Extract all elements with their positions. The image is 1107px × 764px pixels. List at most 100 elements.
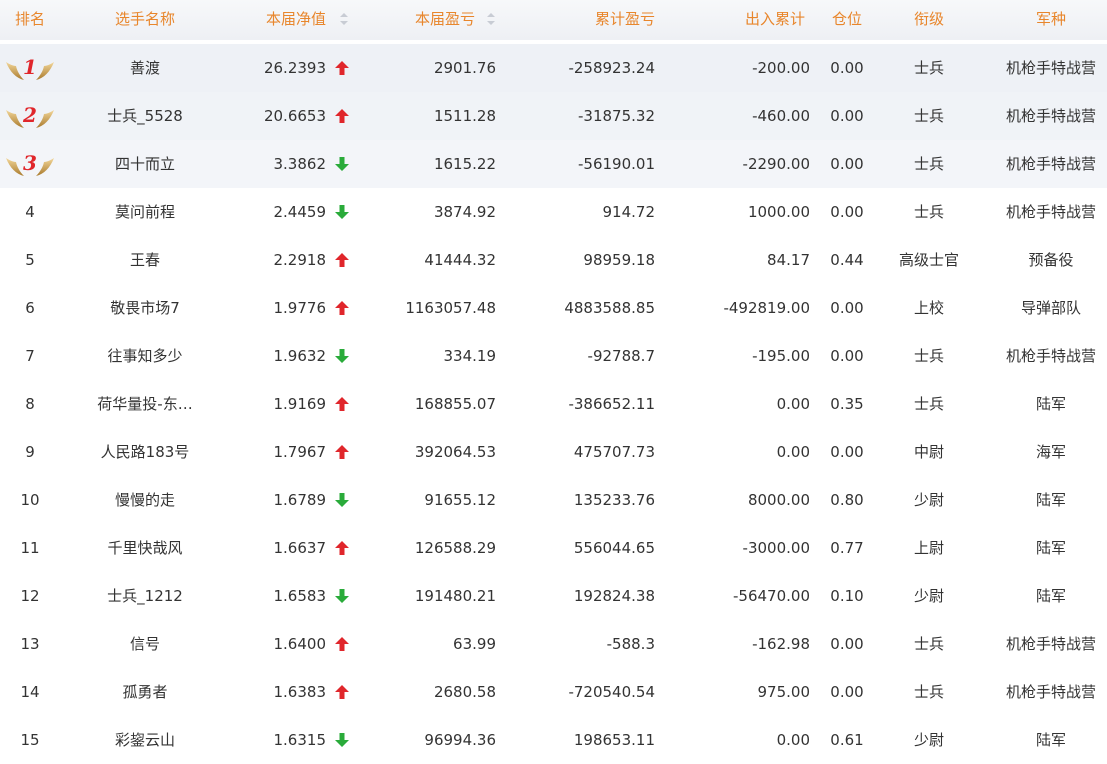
profit-value: 1163057.48 [405, 299, 496, 317]
position-value: 0.80 [830, 491, 864, 509]
player-name[interactable]: 四十而立 [65, 140, 225, 188]
profit-value: 191480.21 [414, 587, 496, 605]
nav-value: 1.6789 [273, 491, 327, 509]
table-row[interactable]: 10 慢慢的走 1.6789 91655.12 135233.76 8000.00 0.80… [0, 476, 1107, 524]
flow-value: -56470.00 [733, 587, 810, 605]
player-name[interactable]: 荷华量投-东… [65, 380, 225, 428]
sort-profit-icon[interactable] [486, 11, 496, 27]
rank-title: 中尉 [913, 443, 944, 461]
nav-value: 1.9169 [273, 395, 327, 413]
position-value: 0.44 [830, 251, 864, 269]
sort-nav-icon[interactable] [339, 11, 349, 27]
rank-number: 8 [25, 395, 35, 413]
table-row[interactable]: 4 莫问前程 2.4459 3874.92 914.72 1000.00 0.00 士兵 机枪手… [0, 188, 1107, 236]
position-value: 0.77 [830, 539, 864, 557]
player-name[interactable]: 士兵_5528 [65, 92, 225, 140]
player-name[interactable]: 敬畏市场7 [65, 284, 225, 332]
nav-value: 26.2393 [263, 59, 326, 77]
army-branch: 陆军 [1035, 587, 1066, 605]
position-value: 0.61 [830, 731, 864, 749]
profit-value: 41444.32 [424, 251, 496, 269]
army-branch: 机枪手特战营 [1005, 203, 1096, 221]
table-row[interactable]: 6 敬畏市场7 1.9776 1163057.48 4883588.85 -492819.… [0, 284, 1107, 332]
player-name[interactable]: 信号 [65, 620, 225, 668]
cumulative-value: 192824.38 [573, 587, 655, 605]
rank-title: 少尉 [913, 491, 944, 509]
player-name[interactable]: 莫问前程 [65, 188, 225, 236]
player-name[interactable]: 慢慢的走 [65, 476, 225, 524]
position-value: 0.10 [830, 587, 864, 605]
arrow-down-icon [334, 476, 352, 524]
header-profit-sortable[interactable]: 本届盈亏 [390, 0, 500, 40]
arrow-down-icon [334, 332, 352, 380]
arrow-up-icon [334, 428, 352, 476]
rank-title: 士兵 [913, 683, 944, 701]
rank-title: 士兵 [913, 635, 944, 653]
position-value: 0.00 [830, 299, 864, 317]
header-title: 衔级 [913, 10, 944, 28]
flow-value: -195.00 [752, 347, 810, 365]
nav-value: 1.9632 [273, 347, 327, 365]
table-row[interactable]: 1 善渡 26.2393 2901.76 -258923.24 -200.00 0.00 士兵… [0, 44, 1107, 92]
nav-value: 1.6383 [273, 683, 327, 701]
player-name[interactable]: 彩鋆云山 [65, 716, 225, 764]
table-row[interactable]: 5 王春 2.2918 41444.32 98959.18 84.17 0.44 高级士官 预备… [0, 236, 1107, 284]
player-name[interactable]: 人民路183号 [65, 428, 225, 476]
position-value: 0.00 [830, 59, 864, 77]
table-row[interactable]: 9 人民路183号 1.7967 392064.53 475707.73 0.00 0.00… [0, 428, 1107, 476]
table-row[interactable]: 14 孤勇者 1.6383 2680.58 -720540.54 975.00 0.00 士兵… [0, 668, 1107, 716]
army-branch: 机枪手特战营 [1005, 347, 1096, 365]
army-branch: 机枪手特战营 [1005, 59, 1096, 77]
table-row[interactable]: 13 信号 1.6400 63.99 -588.3 -162.98 0.00 士兵 机枪手特战营 [0, 620, 1107, 668]
flow-value: 8000.00 [747, 491, 810, 509]
table-row[interactable]: 3 四十而立 3.3862 1615.22 -56190.01 -2290.00 0.00 士… [0, 140, 1107, 188]
table-row[interactable]: 8 荷华量投-东… 1.9169 168855.07 -386652.11 0.00 0.3… [0, 380, 1107, 428]
table-row[interactable]: 15 彩鋆云山 1.6315 96994.36 198653.11 0.00 0.61 少尉 陆… [0, 716, 1107, 764]
arrow-up-icon [334, 236, 352, 284]
header-nav-sortable[interactable]: 本届净值 [226, 0, 326, 40]
cumulative-value: -720540.54 [568, 683, 655, 701]
arrow-up-icon [334, 380, 352, 428]
header-flow[interactable]: 出入累计 [705, 0, 805, 40]
position-value: 0.00 [830, 203, 864, 221]
rank-title: 少尉 [913, 587, 944, 605]
player-name[interactable]: 孤勇者 [65, 668, 225, 716]
rank-number: 4 [25, 203, 35, 221]
table-row[interactable]: 12 士兵_1212 1.6583 191480.21 192824.38 -56470.… [0, 572, 1107, 620]
table-row[interactable]: 11 千里快哉风 1.6637 126588.29 556044.65 -3000.00 0… [0, 524, 1107, 572]
cumulative-value: 4883588.85 [564, 299, 655, 317]
table-row[interactable]: 2 士兵_5528 20.6653 1511.28 -31875.32 -460.00 0.… [0, 92, 1107, 140]
rank-number: 2 [23, 103, 37, 127]
rank-number: 13 [20, 635, 40, 653]
cumulative-value: 475707.73 [573, 443, 655, 461]
arrow-up-icon [334, 620, 352, 668]
arrow-up-icon [334, 524, 352, 572]
position-value: 0.00 [830, 443, 864, 461]
flow-value: 0.00 [776, 731, 810, 749]
player-name[interactable]: 善渡 [65, 44, 225, 92]
header-cumulative[interactable]: 累计盈亏 [505, 0, 655, 40]
header-army: 军种 [1035, 10, 1066, 28]
rank-number: 12 [20, 587, 40, 605]
profit-value: 168855.07 [414, 395, 496, 413]
nav-value: 1.7967 [273, 443, 327, 461]
player-name[interactable]: 士兵_1212 [65, 572, 225, 620]
player-name[interactable]: 王春 [65, 236, 225, 284]
flow-value: -2290.00 [742, 155, 810, 173]
arrow-up-icon [334, 92, 352, 140]
profit-value: 2901.76 [433, 59, 496, 77]
army-branch: 陆军 [1035, 491, 1066, 509]
position-value: 0.00 [830, 155, 864, 173]
table-row[interactable]: 7 往事知多少 1.9632 334.19 -92788.7 -195.00 0.00 士兵 机… [0, 332, 1107, 380]
army-branch: 机枪手特战营 [1005, 683, 1096, 701]
army-branch: 陆军 [1035, 539, 1066, 557]
rank-number: 9 [25, 443, 35, 461]
table-header: 排名 选手名称 本届净值 本届盈亏 累计盈亏 出入累计 仓位 衔级 军种 [0, 0, 1107, 40]
cumulative-value: -386652.11 [568, 395, 655, 413]
player-name[interactable]: 千里快哉风 [65, 524, 225, 572]
rank-number: 3 [23, 151, 37, 175]
flow-value: -200.00 [752, 59, 810, 77]
player-name[interactable]: 往事知多少 [65, 332, 225, 380]
flow-value: 0.00 [776, 395, 810, 413]
rank-number: 15 [20, 731, 40, 749]
